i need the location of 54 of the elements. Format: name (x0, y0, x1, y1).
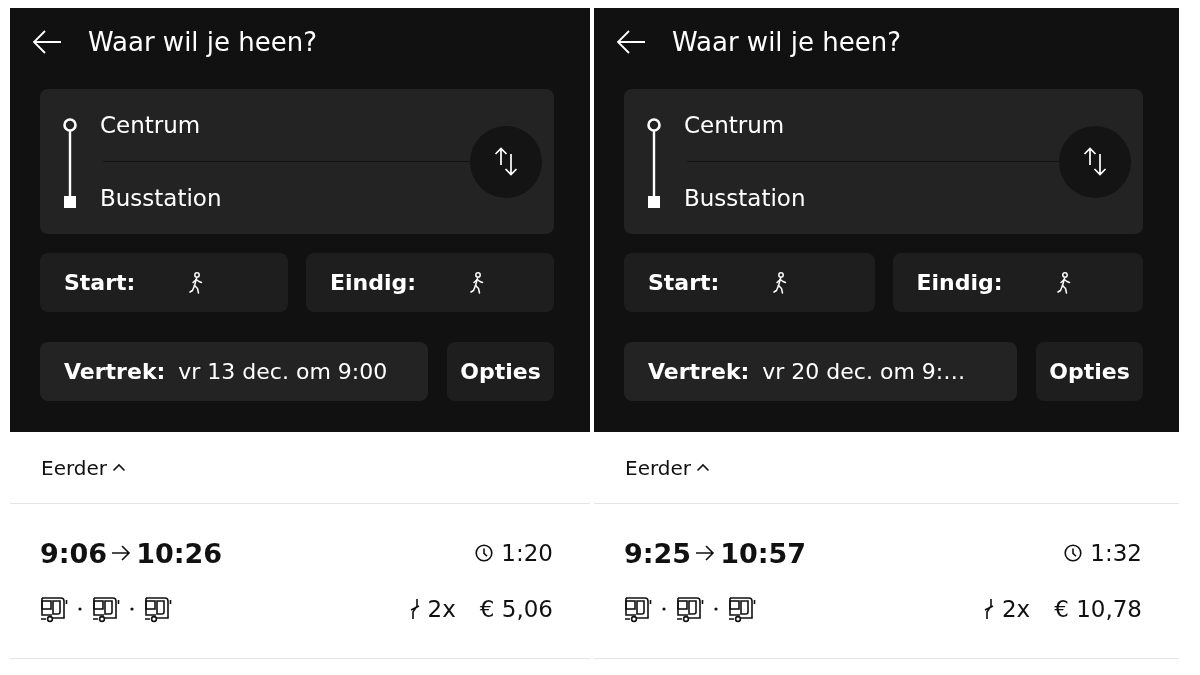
bus-icon (728, 595, 756, 623)
arrow-right-icon (695, 544, 716, 562)
dot-icon (714, 607, 718, 611)
departure-button[interactable]: Vertrek: vr 13 dec. om 9:00 (40, 342, 428, 401)
options-button[interactable]: Opties (447, 342, 554, 401)
dot-icon (78, 607, 82, 611)
clock-icon (1064, 544, 1083, 562)
departure-time: 9:25 (624, 537, 692, 569)
up-down-arrows-icon (493, 147, 519, 176)
end-button[interactable]: Eindig: (306, 253, 554, 312)
earlier-link[interactable]: Eerder (625, 455, 711, 480)
bus-icon (92, 595, 120, 623)
chevron-up-icon (112, 463, 127, 472)
walking-person-icon (189, 271, 204, 294)
back-arrow-icon[interactable] (32, 29, 62, 55)
page-title: Waar wil je heen? (88, 27, 318, 57)
walking-person-icon (470, 271, 485, 294)
origin-field[interactable]: Centrum (100, 89, 470, 161)
dot-icon (662, 607, 666, 611)
walking-person-icon (1056, 271, 1071, 294)
arrival-time: 10:26 (136, 537, 223, 569)
kinked-line-icon (983, 598, 994, 620)
route-line-icon (62, 118, 78, 208)
price-text: € 5,06 (479, 596, 553, 622)
start-button[interactable]: Start: (624, 253, 875, 312)
start-button[interactable]: Start: (40, 253, 288, 312)
bus-icon (676, 595, 704, 623)
transfer-count: 2x (1001, 596, 1031, 622)
transfer-count: 2x (427, 596, 456, 622)
price-text: € 10,78 (1054, 596, 1142, 622)
walking-person-icon (773, 271, 788, 294)
duration-text: 1:20 (501, 540, 553, 566)
arrival-time: 10:57 (720, 537, 807, 569)
departure-time: 9:06 (40, 537, 108, 569)
page-title: Waar wil je heen? (672, 27, 902, 57)
bus-icon (624, 595, 652, 623)
origin-field[interactable]: Centrum (684, 89, 1059, 161)
kinked-line-icon (409, 598, 420, 620)
arrow-right-icon (111, 544, 132, 562)
chevron-up-icon (696, 463, 711, 472)
dot-icon (130, 607, 134, 611)
end-button[interactable]: Eindig: (892, 253, 1143, 312)
earlier-link[interactable]: Eerder (41, 455, 127, 480)
destination-field[interactable]: Busstation (100, 162, 470, 234)
route-line-icon (646, 118, 662, 208)
bus-icon (40, 595, 68, 623)
up-down-arrows-icon (1082, 147, 1108, 176)
back-arrow-icon[interactable] (616, 29, 646, 55)
clock-icon (475, 544, 494, 562)
options-button[interactable]: Opties (1036, 342, 1143, 401)
destination-field[interactable]: Busstation (684, 162, 1059, 234)
duration-text: 1:32 (1090, 540, 1142, 566)
departure-button[interactable]: Vertrek: vr 20 dec. om 9:… (624, 342, 1017, 401)
bus-icon (144, 595, 172, 623)
